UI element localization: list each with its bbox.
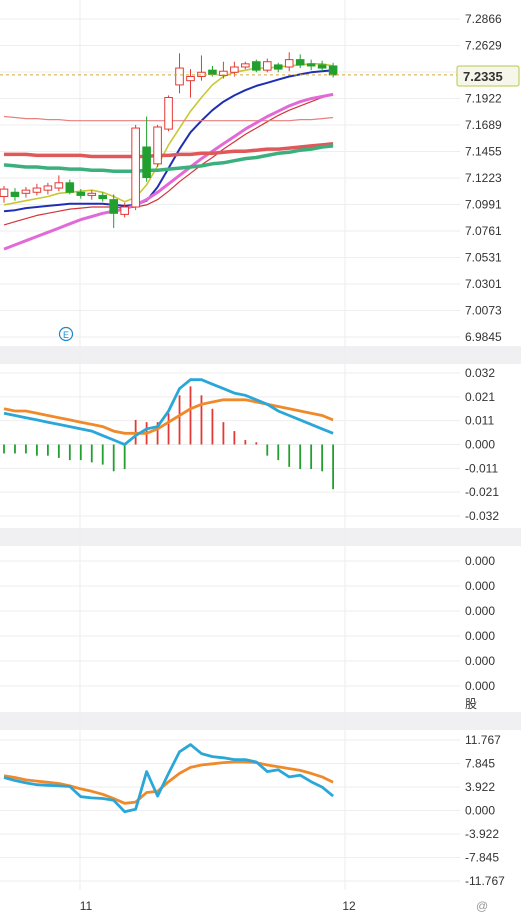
oscillator-y-tick-label: -7.845: [465, 851, 499, 865]
volume-y-tick-label: 0.000: [465, 604, 495, 618]
price-y-tick-label: 7.0301: [465, 277, 502, 291]
candle-body: [153, 126, 162, 165]
y-axis-labels: 7.28667.26297.21577.19227.16897.14557.12…: [465, 12, 505, 888]
candle-body: [98, 194, 108, 200]
price-y-tick-label: 7.1455: [465, 145, 502, 159]
x-tick-label: 11: [80, 899, 93, 913]
candle-body: [284, 59, 294, 68]
candle-body: [295, 59, 305, 66]
macd-y-tick-label: -0.011: [465, 461, 498, 475]
price-y-tick-label: 7.1922: [465, 92, 502, 106]
price-panel[interactable]: [0, 52, 457, 251]
volume-y-tick-label: 0.000: [465, 679, 495, 693]
price-y-tick-label: 7.0531: [465, 251, 502, 265]
oscillator-panel[interactable]: [3, 743, 334, 814]
oscillator-y-tick-label: 0.000: [465, 804, 495, 818]
candle-body: [65, 182, 75, 193]
candle-body: [120, 206, 129, 215]
watermark-text: @: [476, 899, 488, 913]
candle-body: [306, 63, 316, 67]
candle-body: [10, 191, 20, 197]
candle-body: [230, 66, 239, 73]
candle-body: [208, 69, 217, 75]
oscillator-y-tick-label: -11.767: [465, 874, 505, 888]
macd-y-tick-label: 0.011: [465, 414, 494, 428]
candle-body: [317, 64, 327, 69]
candle-body: [186, 75, 195, 82]
candle-body: [109, 199, 119, 214]
volume-y-tick-label: 0.000: [465, 629, 495, 643]
candle-body: [241, 63, 250, 68]
volume-unit-label: 股: [465, 697, 477, 711]
current-price-label: 7.2335: [463, 69, 503, 84]
separator-volume-osc: [0, 712, 521, 730]
macd-y-tick-label: -0.021: [465, 485, 499, 499]
macd-y-tick-label: -0.032: [465, 509, 499, 523]
candle-body: [175, 67, 184, 86]
candle-body: [21, 189, 31, 194]
price-y-tick-label: 7.1223: [465, 171, 502, 185]
volume-y-tick-label: 0.000: [465, 554, 495, 568]
candle-body: [252, 61, 261, 71]
price-y-tick-label: 7.2629: [465, 39, 502, 53]
macd-y-tick-label: 0.032: [465, 366, 495, 380]
separator-price-macd: [0, 346, 521, 364]
candle-body: [131, 127, 140, 208]
candle-body: [0, 188, 9, 197]
price-y-tick-label: 6.9845: [465, 330, 502, 344]
candle-body: [197, 71, 206, 77]
watermark: @: [476, 899, 488, 913]
candle-body: [262, 61, 272, 71]
oscillator-series-line: [3, 743, 334, 814]
oscillator-y-tick-label: 11.767: [465, 733, 501, 747]
macd-y-tick-label: 0.000: [465, 438, 495, 452]
candle-body: [32, 187, 42, 193]
earnings-marker[interactable]: E: [58, 326, 74, 342]
volume-y-tick-label: 0.000: [465, 654, 495, 668]
oscillator-series-line: [3, 760, 334, 805]
candle-body: [76, 191, 86, 196]
macd-panel[interactable]: [3, 378, 335, 490]
candle-body: [142, 146, 151, 179]
stock-chart[interactable]: 7.28667.26297.21577.19227.16897.14557.12…: [0, 0, 521, 919]
oscillator-y-tick-label: 3.922: [465, 780, 495, 794]
macd-y-tick-label: 0.021: [465, 390, 495, 404]
x-axis: 11 12: [80, 899, 356, 913]
candle-body: [54, 182, 64, 189]
oscillator-y-tick-label: -3.922: [465, 827, 499, 841]
separator-macd-volume: [0, 528, 521, 546]
candle-body: [328, 65, 338, 76]
price-y-tick-label: 7.0073: [465, 304, 502, 318]
candle-body: [273, 64, 283, 70]
current-price-tag: 7.2335: [456, 65, 520, 87]
price-y-tick-label: 7.0991: [465, 198, 502, 212]
x-tick-label: 12: [342, 899, 356, 913]
moving-average-line: [3, 69, 334, 213]
volume-y-tick-label: 0.000: [465, 579, 495, 593]
price-y-tick-label: 7.0761: [465, 224, 502, 238]
earnings-marker-label: E: [63, 330, 69, 340]
oscillator-y-tick-label: 7.845: [465, 757, 495, 771]
price-y-tick-label: 7.1689: [465, 118, 502, 132]
price-y-tick-label: 7.2866: [465, 12, 502, 26]
candle-body: [164, 97, 173, 130]
candle-body: [43, 185, 53, 191]
candle-body: [87, 192, 97, 196]
